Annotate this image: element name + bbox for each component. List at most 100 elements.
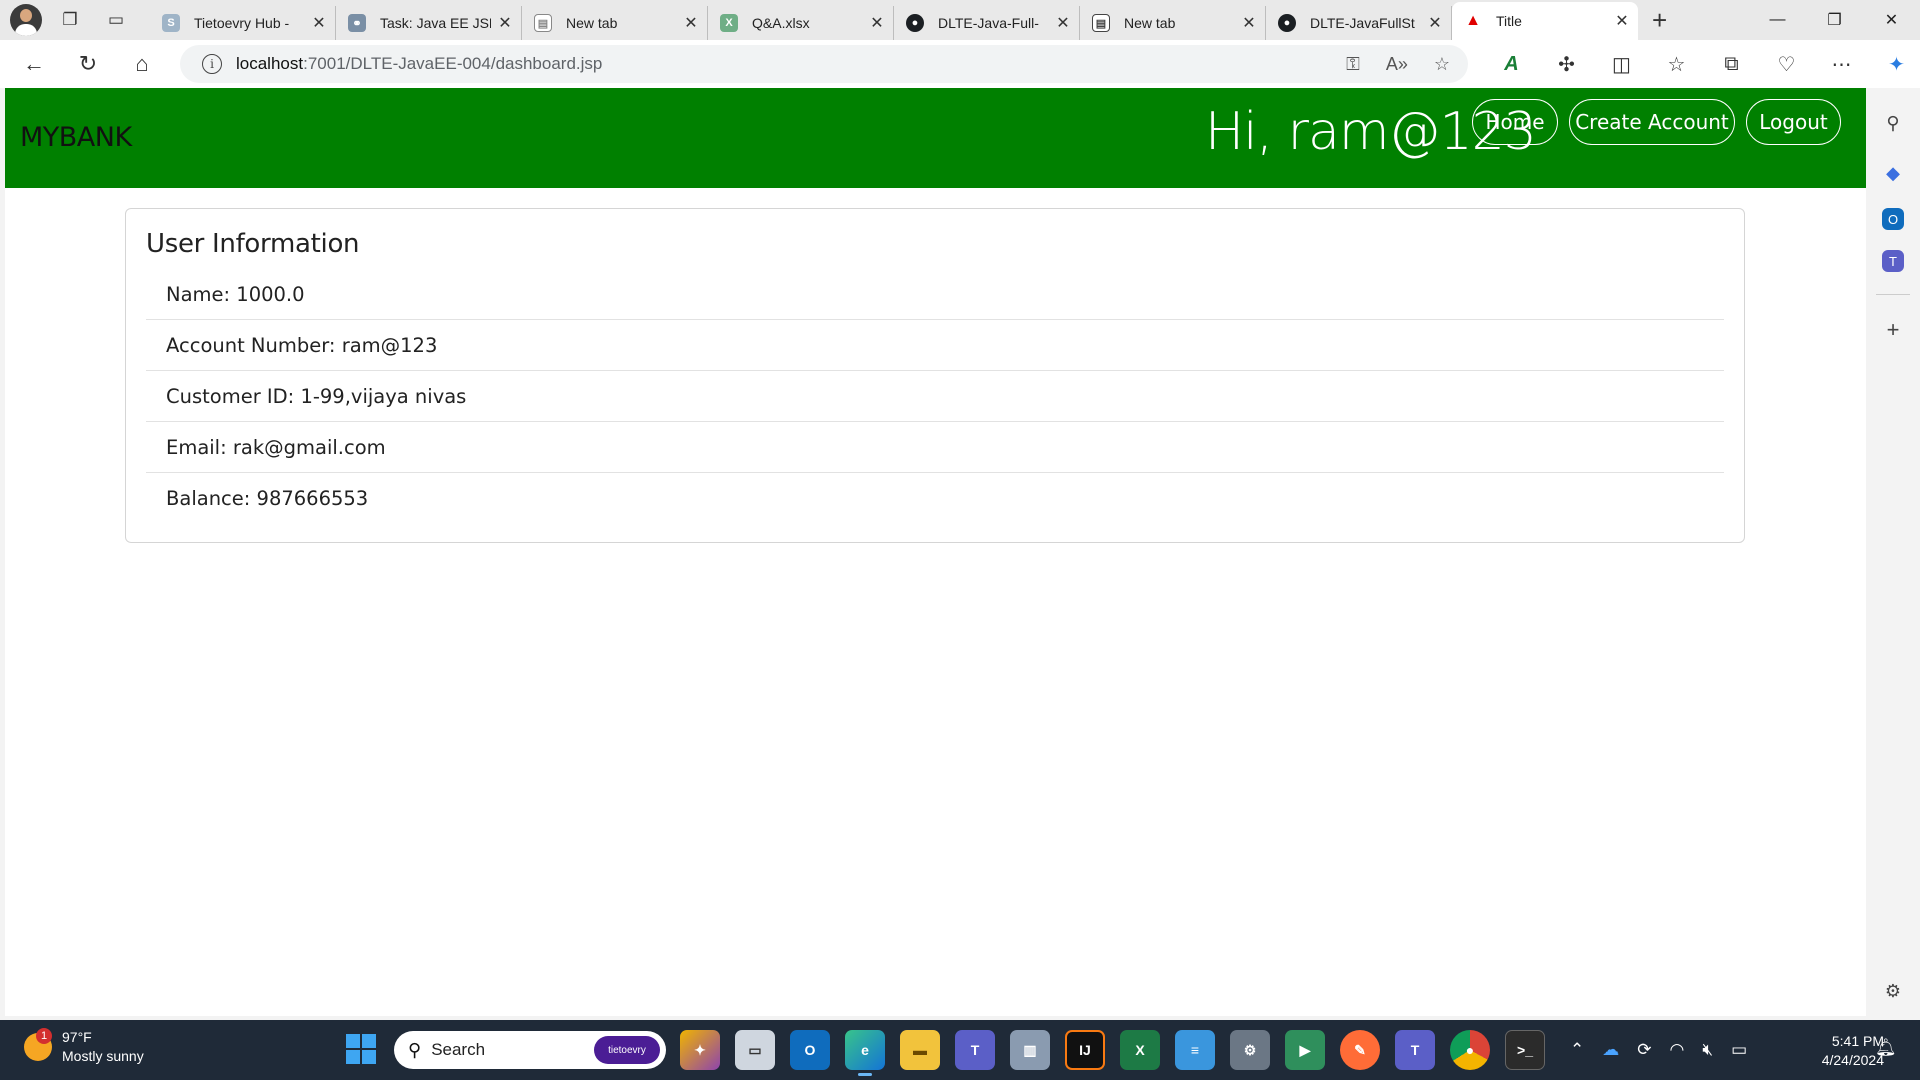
file-explorer-icon[interactable]: ▬ (900, 1030, 940, 1070)
clock-date: 4/24/2024 (1821, 1052, 1884, 1068)
media-player-icon[interactable]: ▶ (1285, 1030, 1325, 1070)
taskbar-apps: ✦ ▭ O e ▬ T ▥ IJ X ≡ ⚙ ▶ ✎ T ● >_ (680, 1030, 1560, 1076)
tab-actions-icon[interactable]: ▭ (98, 2, 134, 38)
volume-muted-icon[interactable]: 🔇︎ (1702, 1040, 1713, 1060)
copilot-pre-icon[interactable]: ✦ (680, 1030, 720, 1070)
tab-tietoevry-hub[interactable]: S Tietoevry Hub - ✕ (150, 6, 336, 40)
close-icon[interactable]: ✕ (311, 13, 327, 33)
copilot-icon[interactable]: ✦ (1869, 52, 1920, 77)
copilot-sidebar-icon[interactable]: ◆ (1878, 158, 1908, 188)
notification-badge: 1 (36, 1028, 52, 1044)
close-icon[interactable]: ✕ (1241, 13, 1257, 33)
favorite-star-icon[interactable]: ☆ (1434, 54, 1450, 75)
favorites-icon[interactable]: ☆ (1649, 52, 1704, 77)
tietoevry-badge: tietoevry (594, 1036, 660, 1064)
address-bar[interactable]: i localhost:7001/DLTE-JavaEE-004/dashboa… (180, 45, 1468, 83)
close-icon[interactable]: ✕ (1614, 11, 1630, 31)
clock-time: 5:41 PM (1831, 1033, 1884, 1049)
tab-title-active[interactable]: ▲ Title ✕ (1452, 2, 1638, 40)
tab-title: DLTE-Java-Full- (938, 15, 1039, 31)
notification-bell-icon[interactable]: 🔔︎ (1875, 1038, 1897, 1058)
weather-widget[interactable]: 1 97°F Mostly sunny (24, 1028, 144, 1066)
collections-icon[interactable]: ⧉ (1704, 53, 1759, 76)
windows-start-icon[interactable] (346, 1034, 376, 1064)
database-icon[interactable]: ▥ (1010, 1030, 1050, 1070)
read-aloud-icon[interactable]: A» (1386, 54, 1408, 75)
teams-icon[interactable]: T (1882, 250, 1904, 272)
terminal-icon[interactable]: >_ (1505, 1030, 1545, 1070)
browser-essentials-icon[interactable]: ♡ (1759, 52, 1814, 77)
teams-icon[interactable]: T (955, 1030, 995, 1070)
new-tab-button[interactable]: + (1652, 0, 1667, 40)
workspaces-icon[interactable]: ❐ (52, 2, 88, 38)
close-icon[interactable]: ✕ (683, 13, 699, 33)
excel-icon[interactable]: X (1120, 1030, 1160, 1070)
close-icon[interactable]: ✕ (1055, 13, 1071, 33)
tab-task-java-ee[interactable]: ⚭ Task: Java EE JSP ✕ (336, 6, 522, 40)
battery-icon[interactable]: ▭ (1731, 1040, 1747, 1060)
close-window-icon[interactable]: ✕ (1863, 0, 1920, 40)
site-info-icon[interactable]: i (202, 54, 222, 74)
refresh-icon[interactable]: ↻ (68, 44, 108, 84)
browser-tab-strip: ❐ ▭ S Tietoevry Hub - ✕ ⚭ Task: Java EE … (0, 0, 1920, 40)
user-info-card: User Information Name: 1000.0 Account Nu… (125, 208, 1745, 543)
wifi-icon[interactable]: ◠ (1670, 1040, 1685, 1060)
home-icon[interactable]: ⌂ (122, 44, 162, 84)
create-account-button[interactable]: Create Account (1569, 99, 1735, 145)
sync-icon[interactable]: ⟳ (1637, 1040, 1651, 1060)
address-bar-actions: ⚿ A» ☆ (1346, 45, 1450, 83)
back-arrow-icon[interactable]: ← (14, 44, 54, 84)
task-view-icon[interactable]: ▭ (735, 1030, 775, 1070)
home-button[interactable]: Home (1472, 99, 1558, 145)
notepad-icon[interactable]: ≡ (1175, 1030, 1215, 1070)
weather-temp: 97°F (62, 1029, 92, 1045)
field-balance: Balance: 987666553 (166, 487, 369, 510)
add-icon[interactable]: + (1878, 315, 1908, 345)
excel-icon: X (720, 14, 738, 32)
tab-title: New tab (566, 15, 618, 31)
tab-title: New tab (1124, 15, 1176, 31)
minimize-icon[interactable]: — (1749, 0, 1806, 40)
url-text[interactable]: localhost:7001/DLTE-JavaEE-004/dashboard… (236, 54, 602, 74)
tab-dlte-java-full[interactable]: ● DLTE-Java-Full- ✕ (894, 6, 1080, 40)
logout-button[interactable]: Logout (1746, 99, 1841, 145)
restore-icon[interactable]: ❐ (1806, 0, 1863, 40)
sun-icon: 1 (24, 1028, 52, 1061)
teams-new-icon[interactable]: T (1395, 1030, 1435, 1070)
settings-icon[interactable]: ⚙ (1230, 1030, 1270, 1070)
tab-new-tab-2[interactable]: ▤ New tab ✕ (1080, 6, 1266, 40)
profile-avatar[interactable] (10, 4, 42, 36)
intellij-icon[interactable]: IJ (1065, 1030, 1105, 1070)
split-screen-icon[interactable]: ◫ (1594, 52, 1649, 77)
password-key-icon[interactable]: ⚿ (1346, 54, 1360, 75)
tab-qa-xlsx[interactable]: X Q&A.xlsx ✕ (708, 6, 894, 40)
window-controls: — ❐ ✕ (1749, 0, 1920, 40)
github-icon: ● (906, 14, 924, 32)
search-icon[interactable]: ⚲ (1878, 108, 1908, 138)
newtab-icon: ▤ (534, 14, 552, 32)
outlook-icon[interactable]: O (1882, 208, 1904, 230)
field-customer-id: Customer ID: 1-99,vijaya nivas (146, 371, 1724, 422)
sidebar-settings-icon[interactable]: ⚙ (1878, 976, 1908, 1006)
close-icon[interactable]: ✕ (497, 13, 513, 33)
brand-logo[interactable]: MYBANK (20, 122, 132, 153)
taskbar-clock[interactable]: 5:41 PM 4/24/2024 (1790, 1032, 1884, 1070)
newtab-icon: ▤ (1092, 14, 1110, 32)
extension-a-icon[interactable]: A (1484, 53, 1539, 76)
tab-new-tab-1[interactable]: ▤ New tab ✕ (522, 6, 708, 40)
edge-icon[interactable]: e (845, 1030, 885, 1076)
onedrive-icon[interactable]: ☁ (1602, 1040, 1619, 1060)
extensions-puzzle-icon[interactable]: ✣ (1539, 52, 1594, 77)
settings-more-icon[interactable]: ⋯ (1814, 52, 1869, 77)
tab-dlte-javafullst[interactable]: ● DLTE-JavaFullSt ✕ (1266, 6, 1452, 40)
chevron-up-icon[interactable]: ⌃ (1570, 1040, 1584, 1060)
chrome-icon[interactable]: ● (1450, 1030, 1490, 1070)
close-icon[interactable]: ✕ (1427, 13, 1443, 33)
field-account-number: Account Number: ram@123 (146, 320, 1724, 371)
search-icon: ⚲ (408, 1039, 422, 1060)
postman-icon[interactable]: ✎ (1340, 1030, 1380, 1070)
outlook-icon[interactable]: O (790, 1030, 830, 1070)
redhat-icon: ▲ (1465, 12, 1481, 29)
close-icon[interactable]: ✕ (869, 13, 885, 33)
taskbar-search[interactable]: ⚲ Search tietoevry (394, 1031, 666, 1069)
